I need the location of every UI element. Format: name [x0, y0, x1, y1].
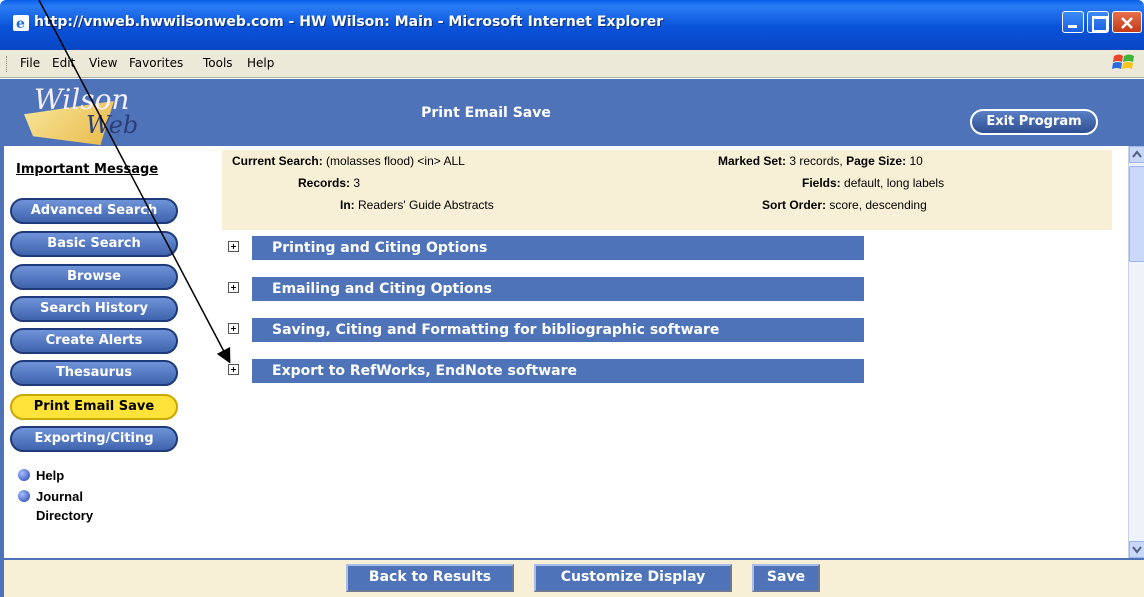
sidebar: Important Message Advanced Search Basic …	[0, 146, 190, 558]
exporting-citing-button[interactable]: Exporting/Citing	[10, 426, 178, 452]
thesaurus-button[interactable]: Thesaurus	[10, 360, 178, 386]
main-content: Current Search: (molasses flood) <in> AL…	[190, 146, 1128, 558]
journal-link-label: Journal	[36, 489, 83, 504]
toolbar-grip	[6, 56, 9, 72]
menu-help[interactable]: Help	[247, 56, 274, 70]
menu-bar: File Edit View Favorites Tools Help	[0, 50, 1144, 78]
fields-row: Fields: default, long labels	[802, 176, 944, 190]
expand-plus-icon[interactable]	[228, 364, 239, 375]
page-size-value: 10	[909, 154, 923, 168]
page-title: Print Email Save	[421, 105, 551, 121]
browse-button[interactable]: Browse	[10, 264, 178, 290]
section-export[interactable]: Export to RefWorks, EndNote software	[228, 359, 864, 383]
back-to-results-button[interactable]: Back to Results	[346, 564, 514, 592]
section-saving[interactable]: Saving, Citing and Formatting for biblio…	[228, 318, 864, 342]
database-label: In:	[340, 198, 355, 212]
expand-plus-icon[interactable]	[228, 282, 239, 293]
svg-text:e: e	[16, 16, 25, 32]
fields-label: Fields:	[802, 176, 841, 190]
customize-display-button[interactable]: Customize Display	[534, 564, 732, 592]
expand-plus-icon[interactable]	[228, 323, 239, 334]
save-button[interactable]: Save	[752, 564, 820, 592]
ie-icon: e	[13, 15, 29, 32]
expand-plus-icon[interactable]	[228, 241, 239, 252]
footer-bar: Back to Results Customize Display Save	[0, 558, 1144, 597]
current-search-label: Current Search:	[232, 154, 323, 168]
marked-set-row: Marked Set: 3 records, Page Size: 10	[718, 154, 923, 168]
scroll-down-icon[interactable]	[1129, 541, 1144, 558]
marked-set-value: 3 records,	[789, 154, 843, 168]
important-message-link[interactable]: Important Message	[16, 162, 158, 177]
menu-tools[interactable]: Tools	[203, 56, 233, 70]
vertical-scrollbar[interactable]	[1128, 146, 1144, 558]
current-search-row: Current Search: (molasses flood) <in> AL…	[232, 154, 465, 168]
site-header: Wilson Web Print Email Save Exit Program	[0, 79, 1144, 146]
basic-search-button[interactable]: Basic Search	[10, 231, 178, 257]
section-saving-title[interactable]: Saving, Citing and Formatting for biblio…	[252, 318, 864, 342]
bullet-icon	[18, 469, 30, 481]
maximize-icon[interactable]	[1087, 11, 1109, 33]
help-link[interactable]: Help	[18, 468, 64, 483]
journal-directory-link[interactable]: Journal	[18, 489, 83, 504]
current-search-value: (molasses flood) <in> ALL	[326, 154, 465, 168]
minimize-icon[interactable]	[1062, 11, 1084, 33]
scroll-thumb[interactable]	[1129, 166, 1144, 262]
sort-order-label: Sort Order:	[762, 198, 827, 212]
records-value: 3	[353, 176, 361, 190]
scroll-up-icon[interactable]	[1129, 146, 1144, 163]
advanced-search-button[interactable]: Advanced Search	[10, 198, 178, 224]
sort-order-value: score, descending	[829, 198, 927, 212]
menu-edit[interactable]: Edit	[52, 56, 75, 70]
search-info-panel: Current Search: (molasses flood) <in> AL…	[222, 150, 1112, 230]
marked-set-label: Marked Set:	[718, 154, 787, 168]
records-label: Records:	[298, 176, 351, 190]
help-link-label: Help	[36, 468, 65, 483]
menu-favorites[interactable]: Favorites	[129, 56, 183, 70]
database-value: Readers' Guide Abstracts	[358, 198, 494, 212]
section-printing-title[interactable]: Printing and Citing Options	[252, 236, 864, 260]
section-emailing-title[interactable]: Emailing and Citing Options	[252, 277, 864, 301]
exit-program-button[interactable]: Exit Program	[970, 109, 1098, 135]
bullet-icon	[18, 490, 30, 502]
page-size-label: Page Size:	[846, 154, 907, 168]
windows-logo-icon	[1112, 54, 1134, 69]
section-printing[interactable]: Printing and Citing Options	[228, 236, 864, 260]
close-icon[interactable]	[1112, 11, 1142, 33]
print-email-save-button[interactable]: Print Email Save	[10, 394, 178, 420]
section-export-title[interactable]: Export to RefWorks, EndNote software	[252, 359, 864, 383]
window-title-bar[interactable]: e http://vnweb.hwwilsonweb.com - HW Wils…	[0, 0, 1144, 50]
section-emailing[interactable]: Emailing and Citing Options	[228, 277, 864, 301]
menu-file[interactable]: File	[20, 56, 40, 70]
sort-order-row: Sort Order: score, descending	[762, 198, 927, 212]
menu-view[interactable]: View	[89, 56, 117, 70]
directory-link-label[interactable]: Directory	[36, 508, 93, 523]
create-alerts-button[interactable]: Create Alerts	[10, 328, 178, 354]
database-row: In: Readers' Guide Abstracts	[340, 198, 494, 212]
window-title: http://vnweb.hwwilsonweb.com - HW Wilson…	[34, 14, 664, 30]
fields-value: default, long labels	[844, 176, 945, 190]
search-history-button[interactable]: Search History	[10, 296, 178, 322]
records-row: Records: 3	[298, 176, 360, 190]
